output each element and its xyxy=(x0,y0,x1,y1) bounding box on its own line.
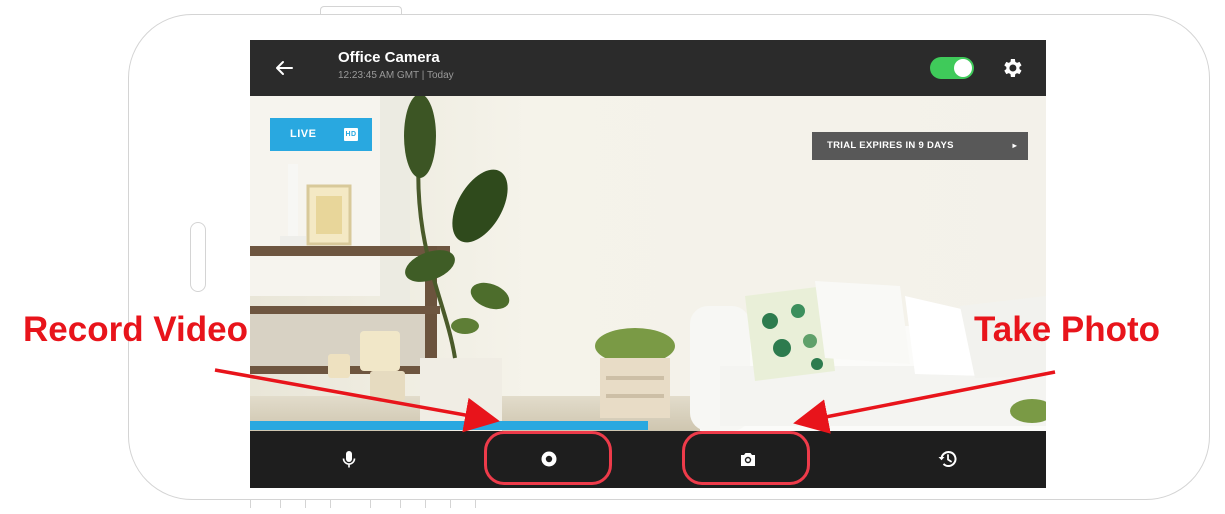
live-label: LIVE xyxy=(290,128,317,140)
camera-header: Office Camera 12:23:45 AM GMT | Today xyxy=(250,40,1046,96)
trial-expiry-banner[interactable]: TRIAL EXPIRES IN 9 DAYS ▸ xyxy=(812,132,1028,160)
camera-screen: Office Camera 12:23:45 AM GMT | Today LI… xyxy=(250,40,1046,488)
photo-button-highlight xyxy=(682,431,810,485)
trial-label: TRIAL EXPIRES IN 9 DAYS xyxy=(827,140,954,151)
gear-icon[interactable] xyxy=(1000,56,1024,80)
chevron-right-icon: ▸ xyxy=(1012,141,1017,150)
buffer-progress-bar[interactable] xyxy=(250,421,1046,430)
camera-title: Office Camera xyxy=(338,49,440,66)
camera-control-bar xyxy=(250,431,1046,488)
camera-power-toggle[interactable] xyxy=(930,57,974,79)
buffer-progress-fill xyxy=(250,421,648,430)
hd-chip: HD xyxy=(344,128,358,141)
phone-bottom-ticks xyxy=(250,500,490,510)
take-photo-annotation: Take Photo xyxy=(974,310,1161,349)
live-badge: LIVE HD xyxy=(270,118,372,151)
microphone-icon[interactable] xyxy=(337,447,361,471)
camera-timestamp: 12:23:45 AM GMT | Today xyxy=(338,70,454,81)
record-video-annotation: Record Video xyxy=(23,310,248,349)
phone-side-button xyxy=(190,222,206,292)
back-arrow-icon[interactable] xyxy=(272,56,296,80)
record-button-highlight xyxy=(484,431,612,485)
toggle-knob xyxy=(954,59,972,77)
history-icon[interactable] xyxy=(936,447,960,471)
